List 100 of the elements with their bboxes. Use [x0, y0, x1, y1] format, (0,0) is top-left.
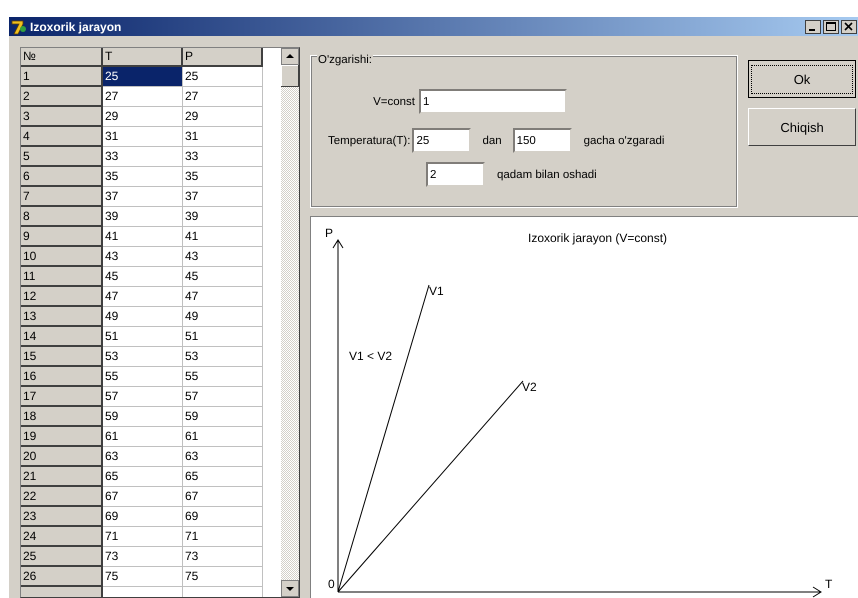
table-cell: 37 — [103, 187, 183, 207]
table-cell: 31 — [183, 127, 263, 147]
table-cell: 47 — [183, 287, 263, 307]
table-cell: 33 — [183, 147, 263, 167]
row-number: 26 — [21, 567, 103, 587]
row-number: 21 — [21, 467, 103, 487]
field-label: gacha o'zgaradi — [584, 134, 664, 146]
table-cell: 69 — [183, 507, 263, 527]
scrollbar[interactable] — [281, 48, 299, 597]
row-number: 19 — [21, 427, 103, 447]
row-number: 10 — [21, 247, 103, 267]
app-icon — [11, 18, 27, 34]
column-header[interactable]: P — [183, 48, 263, 67]
table-cell: 59 — [103, 407, 183, 427]
field-label: V=const — [372, 96, 415, 108]
row-number: 15 — [21, 347, 103, 367]
table-cell: 65 — [183, 467, 263, 487]
row-number: 18 — [21, 407, 103, 427]
line-label: V1 — [429, 284, 444, 298]
field-label: dan — [482, 134, 502, 146]
row-number: 8 — [21, 207, 103, 227]
table-cell: 41 — [103, 227, 183, 247]
table-cell: 37 — [183, 187, 263, 207]
table-cell: 71 — [103, 527, 183, 547]
row-number: 6 — [21, 167, 103, 187]
table-cell: 59 — [183, 407, 263, 427]
table-cell: 53 — [103, 347, 183, 367]
table-cell: 49 — [183, 307, 263, 327]
table-cell: 57 — [183, 387, 263, 407]
row-number: 14 — [21, 327, 103, 347]
row-number: 24 — [21, 527, 103, 547]
table-cell: 49 — [103, 307, 183, 327]
row-number: 23 — [21, 507, 103, 527]
input-field[interactable]: 2 — [426, 162, 485, 187]
table-cell: 45 — [183, 267, 263, 287]
exit-button[interactable]: Chiqish — [748, 108, 856, 146]
minimize-icon[interactable] — [805, 20, 821, 34]
scroll-thumb[interactable] — [281, 65, 299, 87]
table-cell: 61 — [103, 427, 183, 447]
field-label: qadam bilan oshadi — [497, 168, 597, 180]
table-cell: 53 — [183, 347, 263, 367]
table-cell: 25 — [103, 67, 183, 87]
column-header[interactable]: № — [21, 48, 103, 67]
chart-title: Izoxorik jarayon (V=const) — [528, 231, 668, 245]
table-cell: 41 — [183, 227, 263, 247]
line-label: V2 — [522, 380, 537, 394]
axis-label: T — [825, 577, 832, 591]
table-cell: 69 — [103, 507, 183, 527]
table-cell: 35 — [183, 167, 263, 187]
table-cell: 67 — [183, 487, 263, 507]
row-number: 17 — [21, 387, 103, 407]
table-cell: 39 — [103, 207, 183, 227]
table-cell: 73 — [183, 547, 263, 567]
row-number: 9 — [21, 227, 103, 247]
table-cell: 31 — [103, 127, 183, 147]
row-number: 7 — [21, 187, 103, 207]
table-cell: 25 — [183, 67, 263, 87]
table-cell: 63 — [183, 447, 263, 467]
row-number: 16 — [21, 367, 103, 387]
row-number: 25 — [21, 547, 103, 567]
table-cell: 29 — [103, 107, 183, 127]
scroll-down-icon[interactable] — [281, 580, 299, 597]
maximize-icon[interactable] — [823, 20, 839, 34]
row-number: 1 — [21, 67, 103, 87]
row-number: 12 — [21, 287, 103, 307]
column-header[interactable]: T — [103, 48, 183, 67]
row-number: 4 — [21, 127, 103, 147]
table-cell: 55 — [103, 367, 183, 387]
close-icon[interactable] — [841, 20, 857, 34]
origin-label: 0 — [328, 577, 335, 591]
ok-button[interactable]: Ok — [748, 60, 856, 98]
table-cell: 65 — [103, 467, 183, 487]
table-cell: 43 — [103, 247, 183, 267]
table-cell: 27 — [103, 87, 183, 107]
comparison-label: V1 < V2 — [349, 349, 392, 363]
table-cell: 35 — [103, 167, 183, 187]
row-number: 2 — [21, 87, 103, 107]
table-cell: 73 — [103, 547, 183, 567]
axis-label: P — [325, 226, 334, 240]
table-cell: 75 — [103, 567, 183, 587]
row-number: 5 — [21, 147, 103, 167]
input-field[interactable]: 25 — [412, 128, 472, 153]
input-field[interactable]: 150 — [512, 128, 572, 153]
table-cell: 57 — [103, 387, 183, 407]
table-cell: 43 — [183, 247, 263, 267]
table-cell: 47 — [103, 287, 183, 307]
table-cell: 63 — [103, 447, 183, 467]
table-cell: 51 — [103, 327, 183, 347]
row-number: 3 — [21, 107, 103, 127]
group-title: O'zgarishi: — [317, 54, 373, 66]
scroll-up-icon[interactable] — [281, 48, 299, 65]
field-label: Temperatura(T): — [328, 134, 410, 146]
row-number: 13 — [21, 307, 103, 327]
input-field[interactable]: 1 — [419, 89, 567, 114]
table-cell: 75 — [183, 567, 263, 587]
table-cell: 71 — [183, 527, 263, 547]
row-number: 11 — [21, 267, 103, 287]
row-number: 22 — [21, 487, 103, 507]
table-cell: 39 — [183, 207, 263, 227]
window-title: Izoxorik jarayon — [30, 20, 122, 34]
